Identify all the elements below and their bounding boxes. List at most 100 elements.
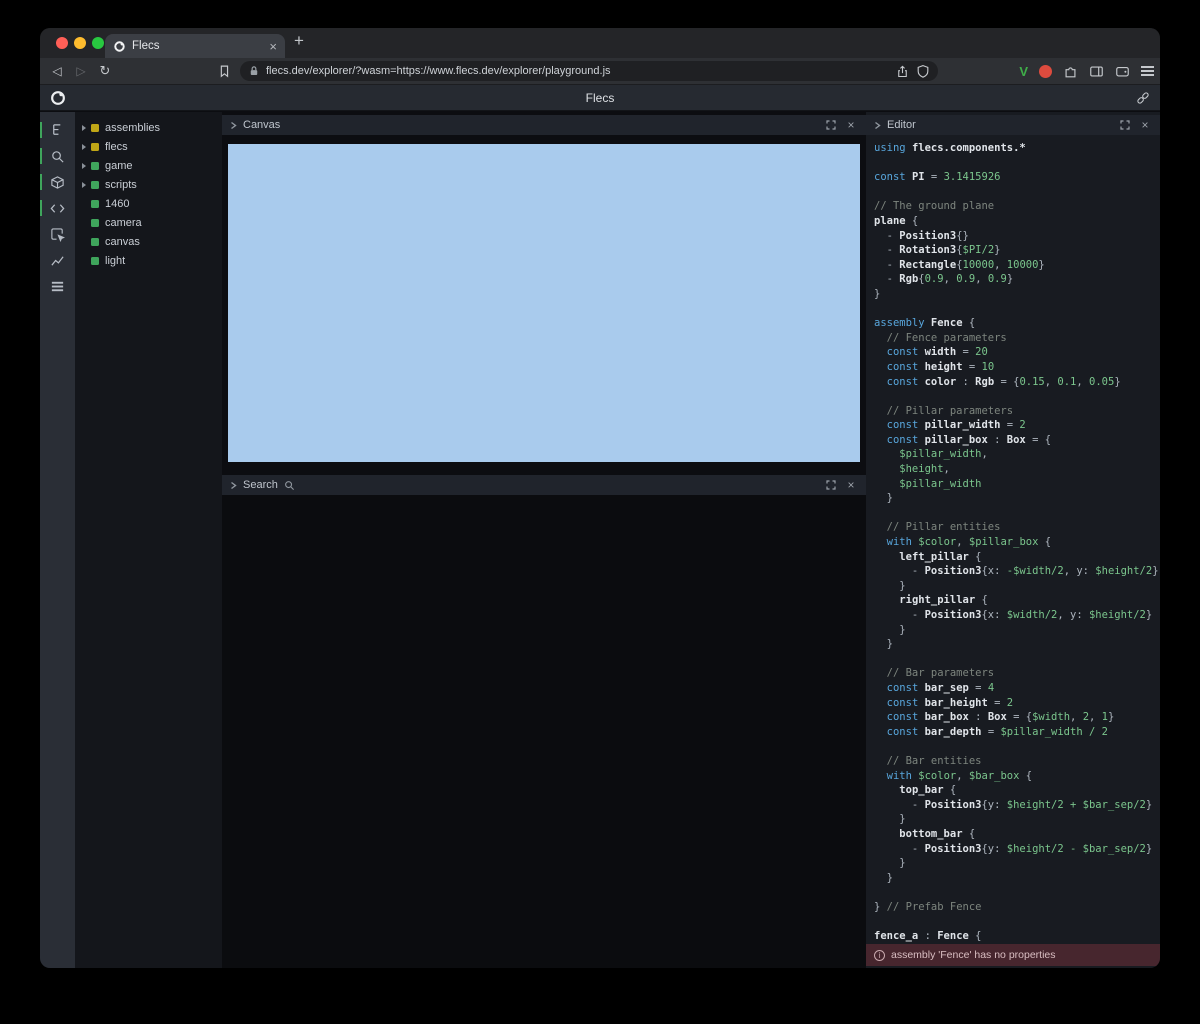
tree-item-camera[interactable]: camera <box>75 213 222 232</box>
code-line: } <box>874 812 1160 827</box>
lock-icon <box>248 65 260 77</box>
back-button[interactable]: ◁ <box>46 58 68 84</box>
sidebar-scene-cube-icon[interactable] <box>40 169 75 195</box>
tab-close-icon[interactable]: × <box>269 40 277 53</box>
search-close-button[interactable]: × <box>844 478 858 492</box>
code-line: // The ground plane <box>874 199 1160 214</box>
expand-arrow-icon[interactable] <box>82 144 86 150</box>
browser-tab[interactable]: Flecs × <box>105 34 285 58</box>
address-bar[interactable]: flecs.dev/explorer/?wasm=https://www.fle… <box>240 61 938 81</box>
flecs-explorer-app: Flecs <box>40 85 1160 968</box>
shield-icon[interactable] <box>916 64 930 79</box>
tree-item-light[interactable]: light <box>75 251 222 270</box>
entity-color-dot <box>91 238 99 246</box>
search-expand-button[interactable] <box>824 478 838 492</box>
code-line <box>874 914 1160 929</box>
code-line: } <box>874 287 1160 302</box>
forward-button[interactable]: ▷ <box>70 58 92 84</box>
code-area[interactable]: using flecs.components.* const PI = 3.14… <box>866 135 1160 942</box>
wallet-icon[interactable] <box>1115 64 1130 79</box>
tree-item-flecs[interactable]: flecs <box>75 137 222 156</box>
window-close-button[interactable] <box>56 37 68 49</box>
expand-arrow-icon[interactable] <box>82 182 86 188</box>
tree-item-label: assemblies <box>105 122 160 134</box>
entity-color-dot <box>91 143 99 151</box>
code-line: } <box>874 856 1160 871</box>
share-link-icon[interactable] <box>1135 90 1151 106</box>
code-line: } <box>874 871 1160 886</box>
sidebar-query-results-icon[interactable] <box>40 273 75 299</box>
code-line: using flecs.components.* <box>874 141 1160 156</box>
tree-item-canvas[interactable]: canvas <box>75 232 222 251</box>
code-line: - Rgb{0.9, 0.9, 0.9} <box>874 272 1160 287</box>
sidebar-inspector-icon[interactable] <box>40 221 75 247</box>
editor-panel-header[interactable]: Editor × <box>866 115 1160 135</box>
expand-arrow-icon[interactable] <box>82 125 86 131</box>
share-icon[interactable] <box>895 64 910 79</box>
tree-item-label: light <box>105 255 125 267</box>
canvas-expand-button[interactable] <box>824 118 838 132</box>
sidebar-code-editor-icon[interactable] <box>40 195 75 221</box>
search-panel-header[interactable]: Search × <box>222 475 866 495</box>
sidebar-statistics-icon[interactable] <box>40 247 75 273</box>
code-line <box>874 885 1160 900</box>
tree-item-label: 1460 <box>105 198 129 210</box>
window-minimize-button[interactable] <box>74 37 86 49</box>
sidebar-search-icon[interactable] <box>40 143 75 169</box>
sidebar-toggle-icon[interactable] <box>1089 64 1104 79</box>
code-line: $height, <box>874 462 1160 477</box>
code-line: } // Prefab Fence <box>874 900 1160 915</box>
adblock-extension-icon[interactable] <box>1039 65 1052 78</box>
search-results-area <box>222 495 866 968</box>
code-line: const pillar_width = 2 <box>874 418 1160 433</box>
tree-item-label: flecs <box>105 141 128 153</box>
bookmark-icon[interactable] <box>216 63 232 79</box>
code-line: assembly Fence { <box>874 316 1160 331</box>
sidebar-entity-tree-icon[interactable] <box>40 117 75 143</box>
editor-close-button[interactable]: × <box>1138 118 1152 132</box>
code-line: const PI = 3.1415926 <box>874 170 1160 185</box>
code-line: // Pillar entities <box>874 520 1160 535</box>
tree-item-game[interactable]: game <box>75 156 222 175</box>
tree-item-scripts[interactable]: scripts <box>75 175 222 194</box>
code-line: // Bar entities <box>874 754 1160 769</box>
error-message: assembly 'Fence' has no properties <box>891 949 1056 961</box>
tree-item-1460[interactable]: 1460 <box>75 194 222 213</box>
flecs-logo-icon <box>49 89 67 107</box>
canvas-close-button[interactable]: × <box>844 118 858 132</box>
puzzle-extensions-icon[interactable] <box>1063 64 1078 79</box>
code-line: right_pillar { <box>874 593 1160 608</box>
code-line <box>874 652 1160 667</box>
entity-tree: assemblies flecs gamescripts 1460 camera canv… <box>75 112 222 968</box>
vimium-extension-icon[interactable]: V <box>1019 64 1028 79</box>
window-zoom-button[interactable] <box>92 37 104 49</box>
collapse-chevron-icon[interactable] <box>230 481 237 490</box>
expand-arrow-icon[interactable] <box>82 163 86 169</box>
editor-panel-title: Editor <box>887 119 916 131</box>
menu-icon[interactable] <box>1141 66 1154 76</box>
tree-item-label: canvas <box>105 236 140 248</box>
code-line: fence_a : Fence { <box>874 929 1160 942</box>
app-content: assemblies flecs gamescripts 1460 camera canv… <box>40 112 1160 968</box>
search-icon <box>284 480 295 491</box>
code-line: const bar_height = 2 <box>874 696 1160 711</box>
code-line: const color : Rgb = {0.15, 0.1, 0.05} <box>874 375 1160 390</box>
canvas-panel-header[interactable]: Canvas × <box>222 115 866 135</box>
browser-toolbar: ◁ ▷ ↻ flecs.dev/explorer/?wasm=https://w… <box>40 58 1160 85</box>
reload-button[interactable]: ↻ <box>94 58 116 84</box>
tree-item-assemblies[interactable]: assemblies <box>75 118 222 137</box>
code-line: // Fence parameters <box>874 331 1160 346</box>
code-line <box>874 185 1160 200</box>
code-line: - Position3{x: -$width/2, y: $height/2} <box>874 564 1160 579</box>
code-line: } <box>874 623 1160 638</box>
main-area: Canvas × Search × <box>222 112 866 968</box>
new-tab-button[interactable]: + <box>294 31 304 51</box>
editor-expand-button[interactable] <box>1118 118 1132 132</box>
search-panel-title: Search <box>243 479 278 491</box>
collapse-chevron-icon[interactable] <box>230 121 237 130</box>
app-title: Flecs <box>586 91 615 105</box>
canvas-viewport[interactable] <box>228 144 860 462</box>
code-line <box>874 389 1160 404</box>
code-line: } <box>874 579 1160 594</box>
collapse-chevron-icon[interactable] <box>874 121 881 130</box>
